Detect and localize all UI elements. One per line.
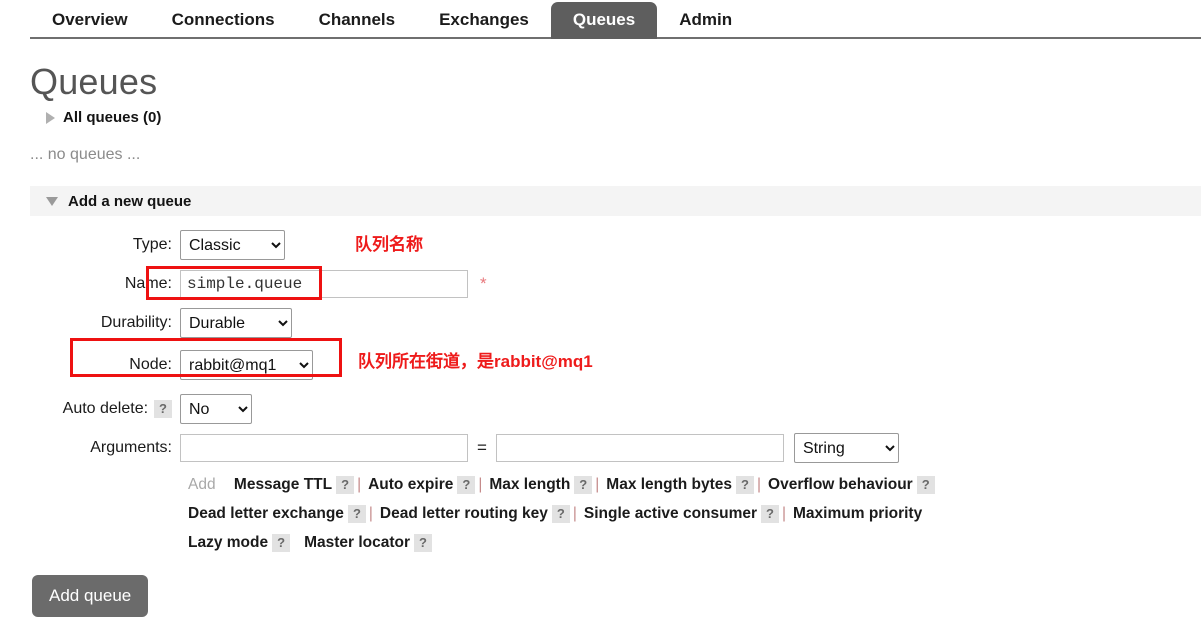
preset-single-active-consumer-help-icon[interactable]: ? [761,505,779,523]
arguments-label: Arguments: [30,439,180,457]
preset-max-length-bytes-help-icon[interactable]: ? [736,476,754,494]
all-queues-label: All queues (0) [63,109,161,126]
queue-name-input[interactable] [180,270,468,298]
page-title: Queues [30,61,1201,103]
preset-separator: | [478,476,482,493]
preset-separator: | [369,505,373,522]
preset-auto-expire[interactable]: Auto expire [368,476,453,493]
preset-maximum-priority[interactable]: Maximum priority [793,505,922,522]
preset-overflow-behaviour[interactable]: Overflow behaviour [768,476,913,493]
all-queues-toggle[interactable]: All queues (0) [46,109,1201,126]
form-row-durability: Durability: Durable [30,306,1201,340]
tab-overview[interactable]: Overview [30,2,150,39]
add-queue-form: Type: Classic Name: * Durability: Durabl… [0,228,1201,557]
durability-label: Durability: [30,314,180,332]
preset-message-ttl[interactable]: Message TTL [234,476,332,493]
form-row-type: Type: Classic [30,228,1201,262]
main-navigation-tabs: Overview Connections Channels Exchanges … [0,0,1201,39]
tab-channels[interactable]: Channels [297,2,418,39]
preset-message-ttl-help-icon[interactable]: ? [336,476,354,494]
preset-separator: | [595,476,599,493]
preset-max-length-help-icon[interactable]: ? [574,476,592,494]
preset-lazy-mode-help-icon[interactable]: ? [272,534,290,552]
preset-row-1: Add Message TTL?|Auto expire?|Max length… [188,470,1201,499]
preset-dead-letter-exchange[interactable]: Dead letter exchange [188,505,344,522]
tab-connections[interactable]: Connections [150,2,297,39]
preset-lazy-mode[interactable]: Lazy mode [188,534,268,551]
preset-single-active-consumer[interactable]: Single active consumer [584,505,757,522]
argument-type-select[interactable]: String [794,433,899,463]
auto-delete-select[interactable]: No [180,394,252,424]
add-queue-button[interactable]: Add queue [32,575,148,617]
preset-dead-letter-routing-key[interactable]: Dead letter routing key [380,505,548,522]
chevron-right-icon [46,112,55,124]
preset-master-locator-help-icon[interactable]: ? [414,534,432,552]
preset-separator: | [757,476,761,493]
auto-delete-help-icon[interactable]: ? [154,400,172,418]
auto-delete-label: Auto delete: ? [30,400,180,418]
type-select[interactable]: Classic [180,230,285,260]
preset-separator: | [782,505,786,522]
preset-master-locator[interactable]: Master locator [304,534,410,551]
form-row-auto-delete: Auto delete: ? No [30,392,1201,426]
node-select[interactable]: rabbit@mq1 [180,350,313,380]
preset-auto-expire-help-icon[interactable]: ? [457,476,475,494]
tab-exchanges[interactable]: Exchanges [417,2,551,39]
argument-value-input[interactable] [496,434,784,462]
preset-row-2: Dead letter exchange?|Dead letter routin… [188,499,1201,528]
argument-equals-sign: = [477,438,487,458]
tab-queues[interactable]: Queues [551,2,657,39]
type-label: Type: [30,236,180,254]
preset-separator: | [573,505,577,522]
preset-dead-letter-exchange-help-icon[interactable]: ? [348,505,366,523]
preset-row-3: Lazy mode?Master locator? [188,528,1201,557]
add-argument-label: Add [188,476,216,493]
argument-presets: Add Message TTL?|Auto expire?|Max length… [180,470,1201,557]
chevron-down-icon [46,197,58,206]
durability-select[interactable]: Durable [180,308,292,338]
form-row-name: Name: * [30,267,1201,301]
empty-queues-message: ... no queues ... [30,146,1201,164]
auto-delete-label-text: Auto delete: [63,400,148,418]
argument-key-input[interactable] [180,434,468,462]
preset-overflow-behaviour-help-icon[interactable]: ? [917,476,935,494]
preset-separator: | [357,476,361,493]
add-queue-section-label: Add a new queue [68,193,191,210]
name-label: Name: [30,275,180,293]
required-marker: * [480,274,487,294]
node-label: Node: [30,356,180,374]
form-row-node: Node: rabbit@mq1 [30,348,1201,382]
preset-max-length[interactable]: Max length [489,476,570,493]
add-queue-section-header[interactable]: Add a new queue [30,186,1201,216]
form-row-arguments: Arguments: = String [30,431,1201,465]
preset-max-length-bytes[interactable]: Max length bytes [606,476,732,493]
tab-admin[interactable]: Admin [657,2,754,39]
preset-dead-letter-routing-key-help-icon[interactable]: ? [552,505,570,523]
